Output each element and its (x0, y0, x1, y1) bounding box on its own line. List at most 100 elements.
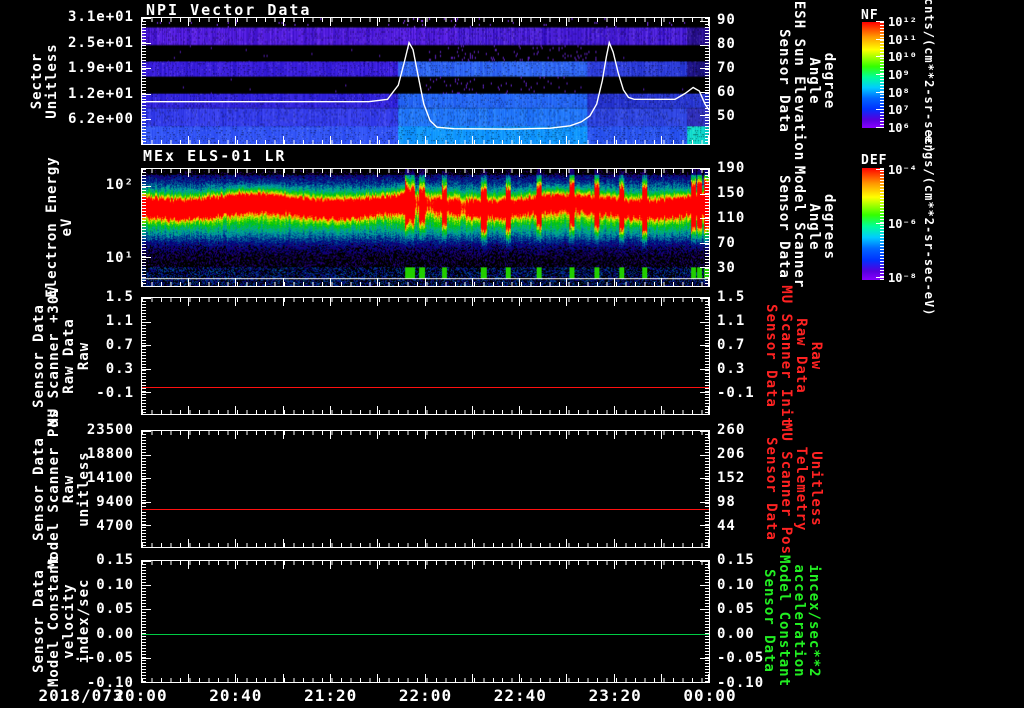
minor-ticks-left (142, 561, 146, 682)
colorbar-tick-label: 10⁶ (888, 121, 910, 135)
y-tick-label: 80 (717, 36, 736, 52)
minor-ticks-bottom (142, 282, 709, 286)
major-tick-y (700, 561, 709, 562)
major-tick-x (282, 561, 284, 569)
major-tick-x (141, 298, 142, 306)
data-line (142, 633, 709, 635)
y-tick-label: 23500 (86, 422, 134, 438)
colorbar-tick-label: 10¹² (888, 15, 917, 29)
major-tick-x (377, 539, 379, 547)
minor-ticks-top (142, 18, 709, 22)
label-line: Raw Data (61, 318, 77, 394)
y-axis-label-npi: Sector Unitless (29, 43, 60, 119)
major-tick-y (700, 431, 709, 432)
y-tick-label: 4700 (96, 518, 134, 534)
label-line: Angle (806, 203, 822, 251)
major-tick-y (700, 454, 709, 456)
y-tick-label: 0.15 (96, 552, 134, 568)
major-tick-x (329, 406, 331, 414)
major-tick-x (518, 431, 520, 439)
y-tick-label: 0.10 (717, 576, 755, 593)
y-tick-label: 260 (717, 422, 746, 438)
y-tick-label: 10¹ (105, 249, 134, 266)
panel-npi-spectrogram (141, 17, 710, 145)
major-tick-x (235, 406, 237, 414)
major-tick-x (235, 674, 237, 682)
y-tick-label: 0.05 (96, 601, 134, 618)
colorbar-tick (876, 91, 884, 93)
major-tick-x (377, 169, 379, 177)
major-tick-y (142, 93, 151, 95)
major-tick-x (613, 561, 615, 569)
panel-model-constant (141, 560, 710, 683)
y-tick-label: 0.3 (105, 361, 134, 377)
label-line: Unitless (44, 43, 60, 119)
major-tick-y (142, 561, 151, 562)
y-tick-label: 150 (717, 184, 746, 201)
colorbar-tick-label: 10⁸ (888, 85, 910, 100)
y-tick-label: 0.10 (96, 576, 134, 593)
major-tick-y (142, 321, 151, 323)
label-line: Sensor Data (763, 437, 779, 541)
major-tick-x (424, 136, 426, 144)
major-tick-y (142, 43, 151, 45)
label-line: Raw Data (793, 318, 809, 394)
major-tick-x (613, 406, 615, 414)
major-tick-x (660, 298, 662, 306)
major-tick-x (329, 561, 331, 569)
major-tick-x (188, 406, 190, 414)
y-tick-label: 44 (717, 518, 736, 534)
major-tick-y (700, 525, 709, 527)
major-tick-x (708, 298, 709, 306)
major-tick-x (329, 18, 331, 26)
major-tick-x (708, 136, 709, 144)
plot-page: NPI Vector Data MEx ELS-01 LR Sector Unit… (0, 0, 1024, 708)
major-tick-y (142, 454, 151, 456)
major-tick-x (471, 431, 473, 439)
major-tick-y (700, 242, 709, 244)
major-tick-x (660, 136, 662, 144)
y-tick-label: 1.1 (717, 313, 746, 329)
label-line: Raw (808, 341, 824, 371)
major-tick-x (377, 674, 379, 682)
minor-ticks-right (705, 298, 709, 414)
major-tick-x (471, 169, 473, 177)
major-tick-x (329, 674, 331, 682)
y-tick-label: 110 (717, 209, 746, 226)
major-tick-x (141, 169, 142, 177)
major-tick-x (708, 431, 709, 439)
major-tick-x (518, 18, 520, 26)
label-line: Model Constant (776, 554, 792, 688)
major-tick-y (700, 501, 709, 503)
major-tick-x (708, 169, 709, 177)
major-tick-x (471, 18, 473, 26)
major-tick-x (188, 278, 190, 286)
major-tick-x (566, 18, 568, 26)
right-axis-label-scanpos: Sensor Data MU Scanner Pos Telemetry Unitle… (763, 423, 824, 555)
major-tick-x (660, 561, 662, 569)
major-tick-y (700, 682, 709, 683)
y-axis-label-accel: Sensor Data Model Constant velocity index/s… (31, 555, 92, 687)
major-tick-x (235, 169, 237, 177)
colorbar-tick-label: 10¹⁰ (888, 50, 917, 65)
major-tick-x (282, 406, 284, 414)
x-tick-label: 00:00 (683, 686, 737, 705)
label-line: Angle (806, 57, 822, 105)
major-tick-x (471, 298, 473, 306)
label-line: Sensor Data (31, 569, 47, 673)
colorbar-def (862, 168, 884, 280)
major-tick-y (700, 20, 709, 22)
major-tick-x (235, 278, 237, 286)
major-tick-x (613, 674, 615, 682)
label-line: Raw (76, 341, 92, 371)
major-tick-x (424, 18, 426, 26)
label-line: Sensor Data (761, 569, 777, 673)
label-line: ESH Sun Elevation (791, 0, 807, 162)
y-tick-label: 70 (717, 234, 736, 251)
major-tick-x (566, 298, 568, 306)
major-tick-y (700, 585, 709, 587)
major-tick-x (377, 406, 379, 414)
y-tick-label: 0.00 (717, 625, 755, 642)
minor-ticks-bottom (142, 543, 709, 547)
major-tick-x (188, 18, 190, 26)
